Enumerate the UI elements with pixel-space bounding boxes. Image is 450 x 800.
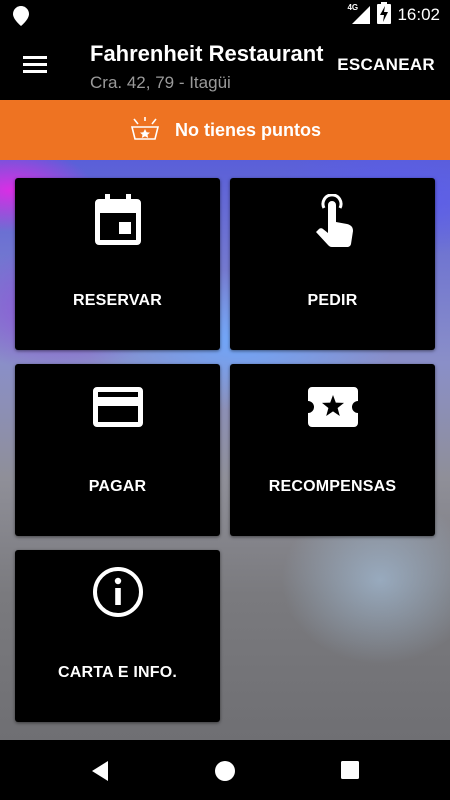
ticket-star-icon	[230, 386, 435, 438]
tile-label: RESERVAR	[72, 292, 163, 309]
battery-charging-icon	[377, 2, 392, 28]
tile-pedir[interactable]: PEDIR	[230, 178, 435, 350]
recents-square-icon[interactable]	[338, 758, 364, 784]
calendar-icon	[15, 194, 220, 246]
location-pin-icon	[12, 5, 30, 31]
tile-label: PEDIR	[307, 292, 358, 309]
status-bar: 4G 16:02	[0, 0, 450, 30]
points-banner[interactable]: No tienes puntos	[0, 100, 450, 160]
tile-label: CARTA E INFO.	[57, 664, 178, 681]
restaurant-title: Fahrenheit Restaurant	[90, 41, 324, 66]
touch-hand-icon	[230, 194, 435, 247]
tile-label: PAGAR	[88, 478, 147, 495]
app-bar: Fahrenheit Restaurant Cra. 42, 79 - Itag…	[0, 30, 450, 100]
tile-pagar[interactable]: PAGAR	[15, 364, 220, 536]
points-text: No tienes puntos	[174, 119, 321, 140]
back-triangle-icon[interactable]	[88, 758, 114, 784]
status-icons: 4G 16:02	[347, 0, 440, 30]
clock: 16:02	[397, 5, 440, 24]
tile-recompensas[interactable]: RECOMPENSAS	[230, 364, 435, 536]
signal-icon: 4G	[347, 3, 371, 25]
tile-carta-info[interactable]: CARTA E INFO.	[15, 550, 220, 722]
info-icon	[15, 566, 220, 618]
restaurant-address: Cra. 42, 79 - Itagüi	[90, 73, 231, 92]
credit-card-icon	[15, 386, 220, 438]
hamburger-menu-icon[interactable]	[16, 50, 54, 80]
tiles-grid: RESERVAR PEDIR PAGAR RECOMPENSAS CARTA E…	[0, 160, 450, 740]
system-nav-bar	[0, 740, 450, 800]
scan-button[interactable]: ESCANEAR	[337, 55, 435, 75]
award-badge-icon	[129, 115, 161, 145]
tile-label: RECOMPENSAS	[268, 478, 397, 495]
home-circle-icon[interactable]	[213, 758, 239, 784]
tile-reservar[interactable]: RESERVAR	[15, 178, 220, 350]
